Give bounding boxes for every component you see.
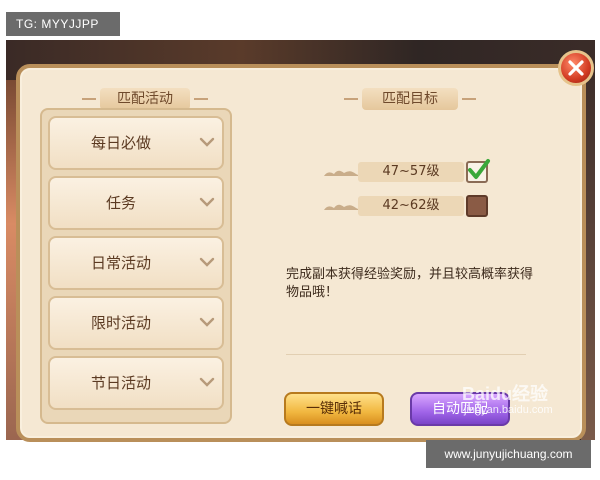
menu-item-festival-activity[interactable]: 节日活动 — [48, 356, 224, 410]
menu-item-label: 每日必做 — [90, 134, 151, 152]
menu-item-label: 限时活动 — [90, 314, 151, 332]
cloud-icon — [324, 204, 360, 210]
baidu-watermark-logo: Baidu经验 — [462, 384, 549, 404]
menu-item-limited-activity[interactable]: 限时活动 — [48, 296, 224, 350]
chevron-down-icon — [199, 197, 215, 207]
chevron-down-icon — [199, 257, 215, 267]
level-range-label: 47~57级 — [358, 162, 464, 182]
menu-item-label: 日常活动 — [90, 254, 151, 272]
level-checkbox-2[interactable] — [466, 195, 488, 217]
level-range-label: 42~62级 — [358, 196, 464, 216]
level-option-2: 42~62级 — [322, 194, 472, 218]
baidu-watermark-url: jingyan.baidu.com — [464, 404, 553, 416]
menu-item-label: 任务 — [105, 194, 136, 212]
reward-description: 完成副本获得经验奖励，并且较高概率获得物品哦！ — [286, 267, 534, 300]
level-checkbox-1[interactable] — [466, 159, 490, 183]
cloud-icon — [324, 170, 360, 176]
chevron-down-icon — [199, 377, 215, 387]
left-panel-title: 匹配活动 — [82, 88, 208, 110]
close-icon — [568, 60, 584, 76]
menu-item-daily-activity[interactable]: 日常活动 — [48, 236, 224, 290]
watermark-bottom-right: www.junyujichuang.com — [426, 440, 591, 468]
menu-item-daily-must[interactable]: 每日必做 — [48, 116, 224, 170]
level-option-1: 47~57级 — [322, 160, 472, 184]
menu-item-label: 节日活动 — [90, 374, 151, 392]
chevron-down-icon — [199, 317, 215, 327]
shout-button[interactable]: 一键喊话 — [284, 392, 384, 426]
watermark-top-left: TG: MYYJJPP — [6, 12, 120, 36]
divider — [286, 354, 526, 355]
checkmark-icon — [468, 159, 490, 179]
menu-item-quest[interactable]: 任务 — [48, 176, 224, 230]
chevron-down-icon — [199, 137, 215, 147]
close-button[interactable] — [558, 50, 594, 86]
right-panel-title: 匹配目标 — [344, 88, 476, 110]
